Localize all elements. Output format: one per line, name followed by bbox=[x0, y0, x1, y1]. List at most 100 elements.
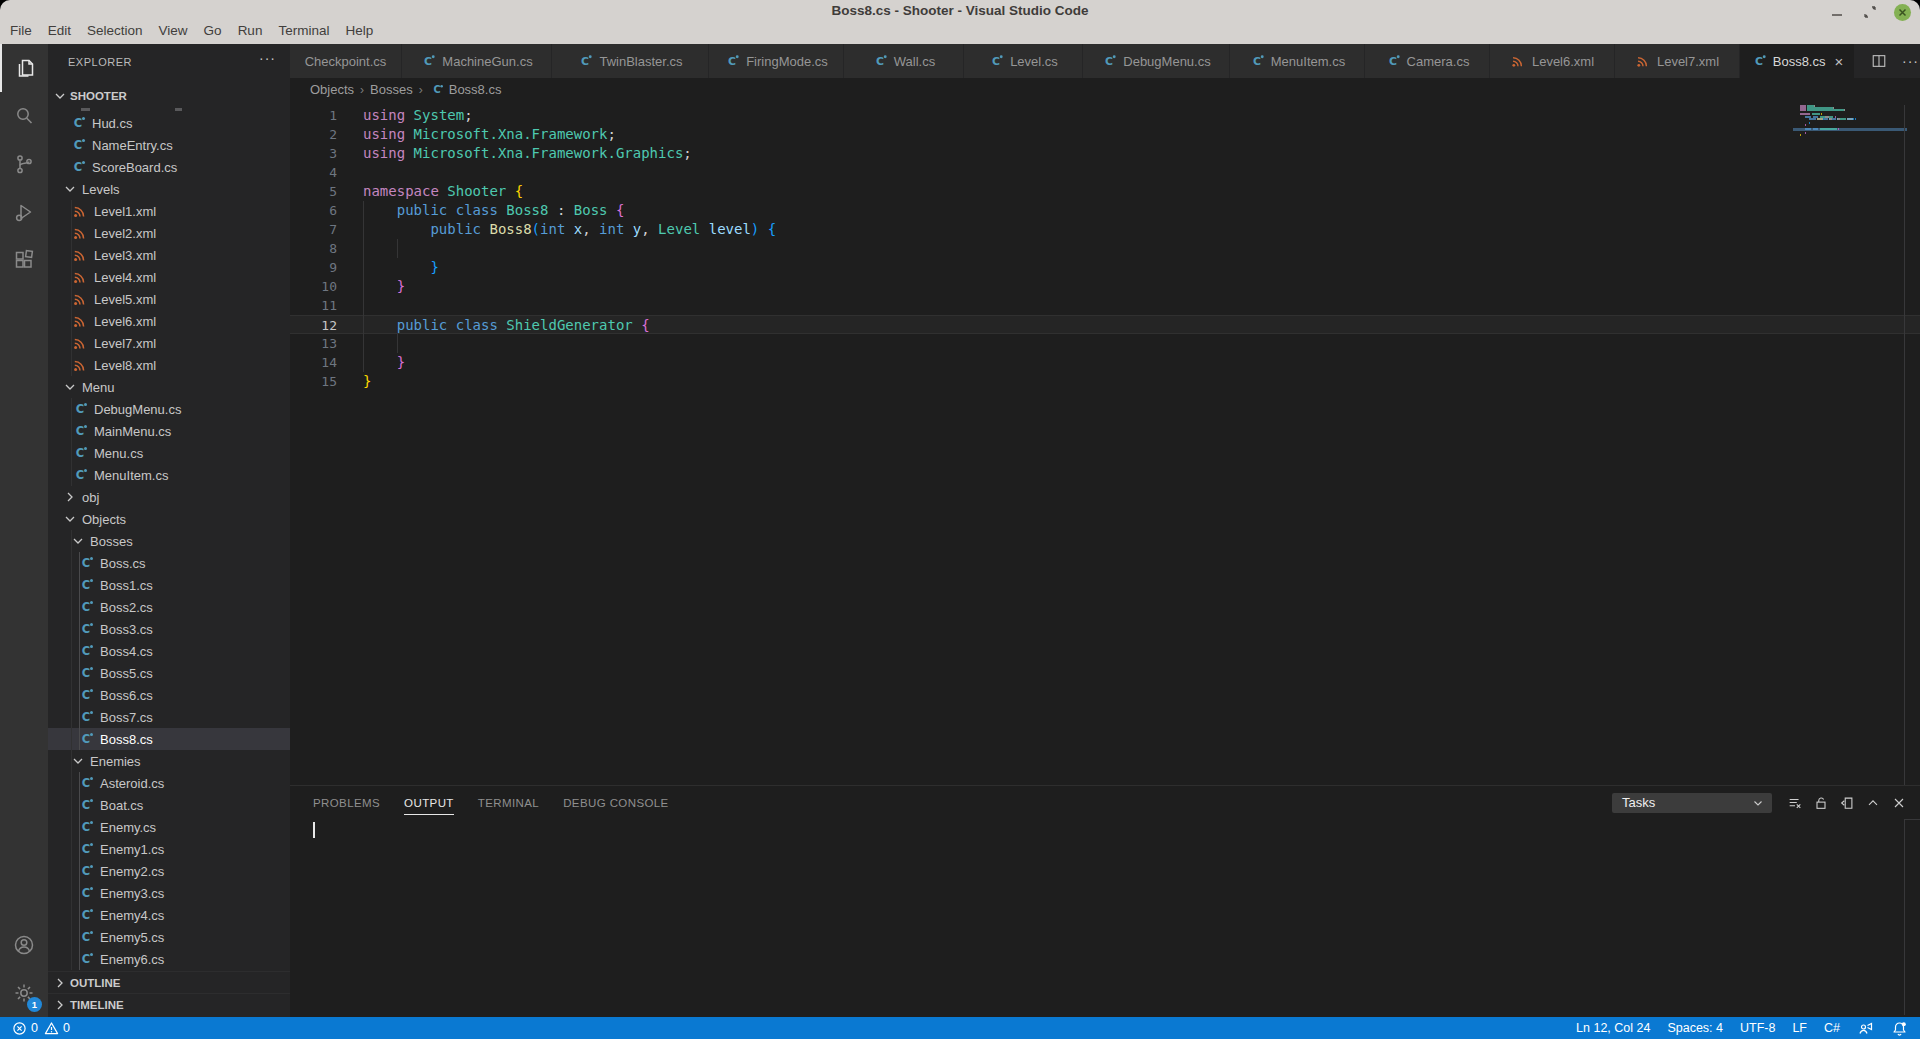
tree-item-asteroid-cs[interactable]: CAsteroid.cs bbox=[48, 772, 290, 794]
activity-run-debug[interactable] bbox=[0, 188, 48, 236]
file-tree: CHud.csCNameEntry.csCScoreBoard.csLevels… bbox=[48, 112, 290, 970]
output-channel-select[interactable]: Tasks bbox=[1612, 793, 1772, 813]
tab-close-icon[interactable]: × bbox=[1834, 53, 1843, 70]
tree-item-scoreboard-cs[interactable]: CScoreBoard.cs bbox=[48, 156, 290, 178]
tree-item-nameentry-cs[interactable]: CNameEntry.cs bbox=[48, 134, 290, 156]
tree-item-boss1-cs[interactable]: CBoss1.cs bbox=[48, 574, 290, 596]
tab-camera-cs[interactable]: CCamera.cs bbox=[1365, 44, 1490, 78]
status-spaces-4[interactable]: Spaces: 4 bbox=[1667, 1021, 1723, 1035]
tree-item-enemy2-cs[interactable]: CEnemy2.cs bbox=[48, 860, 290, 882]
tree-item-level8-xml[interactable]: Level8.xml bbox=[48, 354, 290, 376]
breadcrumb-file[interactable]: Boss8.cs bbox=[449, 82, 502, 97]
tab-twinblaster-cs[interactable]: CTwinBlaster.cs bbox=[552, 44, 709, 78]
tree-item-label: Boss5.cs bbox=[100, 666, 153, 681]
tree-item-level2-xml[interactable]: Level2.xml bbox=[48, 222, 290, 244]
menu-file[interactable]: File bbox=[2, 21, 40, 43]
tree-item-boss4-cs[interactable]: CBoss4.cs bbox=[48, 640, 290, 662]
tree-item-enemy5-cs[interactable]: CEnemy5.cs bbox=[48, 926, 290, 948]
tree-item-boss6-cs[interactable]: CBoss6.cs bbox=[48, 684, 290, 706]
menu-selection[interactable]: Selection bbox=[79, 21, 151, 43]
tree-item-boss2-cs[interactable]: CBoss2.cs bbox=[48, 596, 290, 618]
status-utf-8[interactable]: UTF-8 bbox=[1740, 1021, 1775, 1035]
menu-edit[interactable]: Edit bbox=[40, 21, 79, 43]
code-editor[interactable]: 1using System;2using Microsoft.Xna.Frame… bbox=[290, 101, 1920, 785]
panel-tab-terminal[interactable]: TERMINAL bbox=[478, 786, 539, 819]
minimize-button[interactable] bbox=[1828, 3, 1846, 21]
tab-level7-xml[interactable]: Level7.xml bbox=[1615, 44, 1740, 78]
activity-source-control[interactable] bbox=[0, 140, 48, 188]
tree-item-bosses[interactable]: Bosses bbox=[48, 530, 290, 552]
tree-item-boat-cs[interactable]: CBoat.cs bbox=[48, 794, 290, 816]
tab-level6-xml[interactable]: Level6.xml bbox=[1490, 44, 1615, 78]
menu-run[interactable]: Run bbox=[230, 21, 271, 43]
menu-go[interactable]: Go bbox=[196, 21, 230, 43]
tree-item-enemy1-cs[interactable]: CEnemy1.cs bbox=[48, 838, 290, 860]
tree-item-boss5-cs[interactable]: CBoss5.cs bbox=[48, 662, 290, 684]
menu-help[interactable]: Help bbox=[337, 21, 381, 43]
menu-terminal[interactable]: Terminal bbox=[270, 21, 337, 43]
tree-item-boss7-cs[interactable]: CBoss7.cs bbox=[48, 706, 290, 728]
close-button[interactable] bbox=[1894, 4, 1911, 21]
status-c-[interactable]: C# bbox=[1824, 1021, 1840, 1035]
window-controls bbox=[1828, 3, 1911, 21]
tab-debugmenu-cs[interactable]: CDebugMenu.cs bbox=[1083, 44, 1230, 78]
tree-item-menuitem-cs[interactable]: CMenuItem.cs bbox=[48, 464, 290, 486]
section-header-outline[interactable]: OUTLINE bbox=[48, 971, 290, 993]
breadcrumb-item[interactable]: Bosses bbox=[370, 82, 413, 97]
tree-item-debugmenu-cs[interactable]: CDebugMenu.cs bbox=[48, 398, 290, 420]
tree-item-objects[interactable]: Objects bbox=[48, 508, 290, 530]
tree-item-level3-xml[interactable]: Level3.xml bbox=[48, 244, 290, 266]
panel-tab-output[interactable]: OUTPUT bbox=[404, 786, 454, 819]
tree-item-level1-xml[interactable]: Level1.xml bbox=[48, 200, 290, 222]
sidebar-more-actions[interactable]: ··· bbox=[259, 50, 276, 66]
tree-item-menu-cs[interactable]: CMenu.cs bbox=[48, 442, 290, 464]
tree-item-boss8-cs[interactable]: CBoss8.cs bbox=[48, 728, 290, 750]
status-warnings[interactable]: 0 bbox=[44, 1021, 70, 1036]
panel-tab-debug-console[interactable]: DEBUG CONSOLE bbox=[563, 786, 669, 819]
tree-item-boss3-cs[interactable]: CBoss3.cs bbox=[48, 618, 290, 640]
restore-button[interactable] bbox=[1861, 3, 1879, 21]
tab-machinegun-cs[interactable]: CMachineGun.cs bbox=[402, 44, 552, 78]
minimap[interactable] bbox=[1793, 101, 1920, 785]
section-header-shooter[interactable]: SHOOTER bbox=[48, 85, 290, 107]
tree-item-enemy4-cs[interactable]: CEnemy4.cs bbox=[48, 904, 290, 926]
status-errors[interactable]: 0 bbox=[12, 1021, 38, 1036]
menu-view[interactable]: View bbox=[151, 21, 196, 43]
tree-item-obj[interactable]: obj bbox=[48, 486, 290, 508]
tab-level-cs[interactable]: CLevel.cs bbox=[964, 44, 1083, 78]
tree-item-level5-xml[interactable]: Level5.xml bbox=[48, 288, 290, 310]
activity-explorer[interactable] bbox=[0, 44, 48, 92]
activity-settings[interactable]: 1 bbox=[0, 969, 48, 1017]
tree-item-enemies[interactable]: Enemies bbox=[48, 750, 290, 772]
status-lf[interactable]: LF bbox=[1792, 1021, 1807, 1035]
tab-firingmode-cs[interactable]: CFiringMode.cs bbox=[709, 44, 844, 78]
tree-item-enemy3-cs[interactable]: CEnemy3.cs bbox=[48, 882, 290, 904]
tree-item-level7-xml[interactable]: Level7.xml bbox=[48, 332, 290, 354]
panel-tab-problems[interactable]: PROBLEMS bbox=[313, 786, 380, 819]
tab-checkpoint-cs[interactable]: Checkpoint.cs bbox=[290, 44, 402, 78]
code-text: using Microsoft.Xna.Framework.Graphics; bbox=[363, 144, 692, 163]
tree-item-enemy6-cs[interactable]: CEnemy6.cs bbox=[48, 948, 290, 970]
breadcrumb-item[interactable]: Objects bbox=[310, 82, 354, 97]
activity-extensions[interactable] bbox=[0, 236, 48, 284]
tree-item-boss-cs[interactable]: CBoss.cs bbox=[48, 552, 290, 574]
tree-item-menu[interactable]: Menu bbox=[48, 376, 290, 398]
activity-search[interactable] bbox=[0, 92, 48, 140]
activity-account[interactable] bbox=[0, 921, 48, 969]
tree-item-level4-xml[interactable]: Level4.xml bbox=[48, 266, 290, 288]
tab-menuitem-cs[interactable]: CMenuItem.cs bbox=[1230, 44, 1365, 78]
tree-item-enemy-cs[interactable]: CEnemy.cs bbox=[48, 816, 290, 838]
csharp-file-icon: C bbox=[72, 401, 88, 417]
bottom-panel: PROBLEMS OUTPUT TERMINAL DEBUG CONSOLE Task… bbox=[290, 785, 1920, 1017]
tree-item-levels[interactable]: Levels bbox=[48, 178, 290, 200]
tree-item-mainmenu-cs[interactable]: CMainMenu.cs bbox=[48, 420, 290, 442]
tab-wall-cs[interactable]: CWall.cs bbox=[844, 44, 964, 78]
csharp-file-icon: C bbox=[1249, 53, 1264, 68]
text-cursor bbox=[313, 822, 315, 838]
tab-boss8-cs[interactable]: CBoss8.cs× bbox=[1740, 44, 1855, 78]
section-header-timeline[interactable]: TIMELINE bbox=[48, 993, 290, 1015]
tree-item-level6-xml[interactable]: Level6.xml bbox=[48, 310, 290, 332]
tree-item-hud-cs[interactable]: CHud.cs bbox=[48, 112, 290, 134]
editor-more-actions[interactable]: ··· bbox=[1902, 53, 1919, 69]
status-ln-12-col-24[interactable]: Ln 12, Col 24 bbox=[1576, 1021, 1650, 1035]
